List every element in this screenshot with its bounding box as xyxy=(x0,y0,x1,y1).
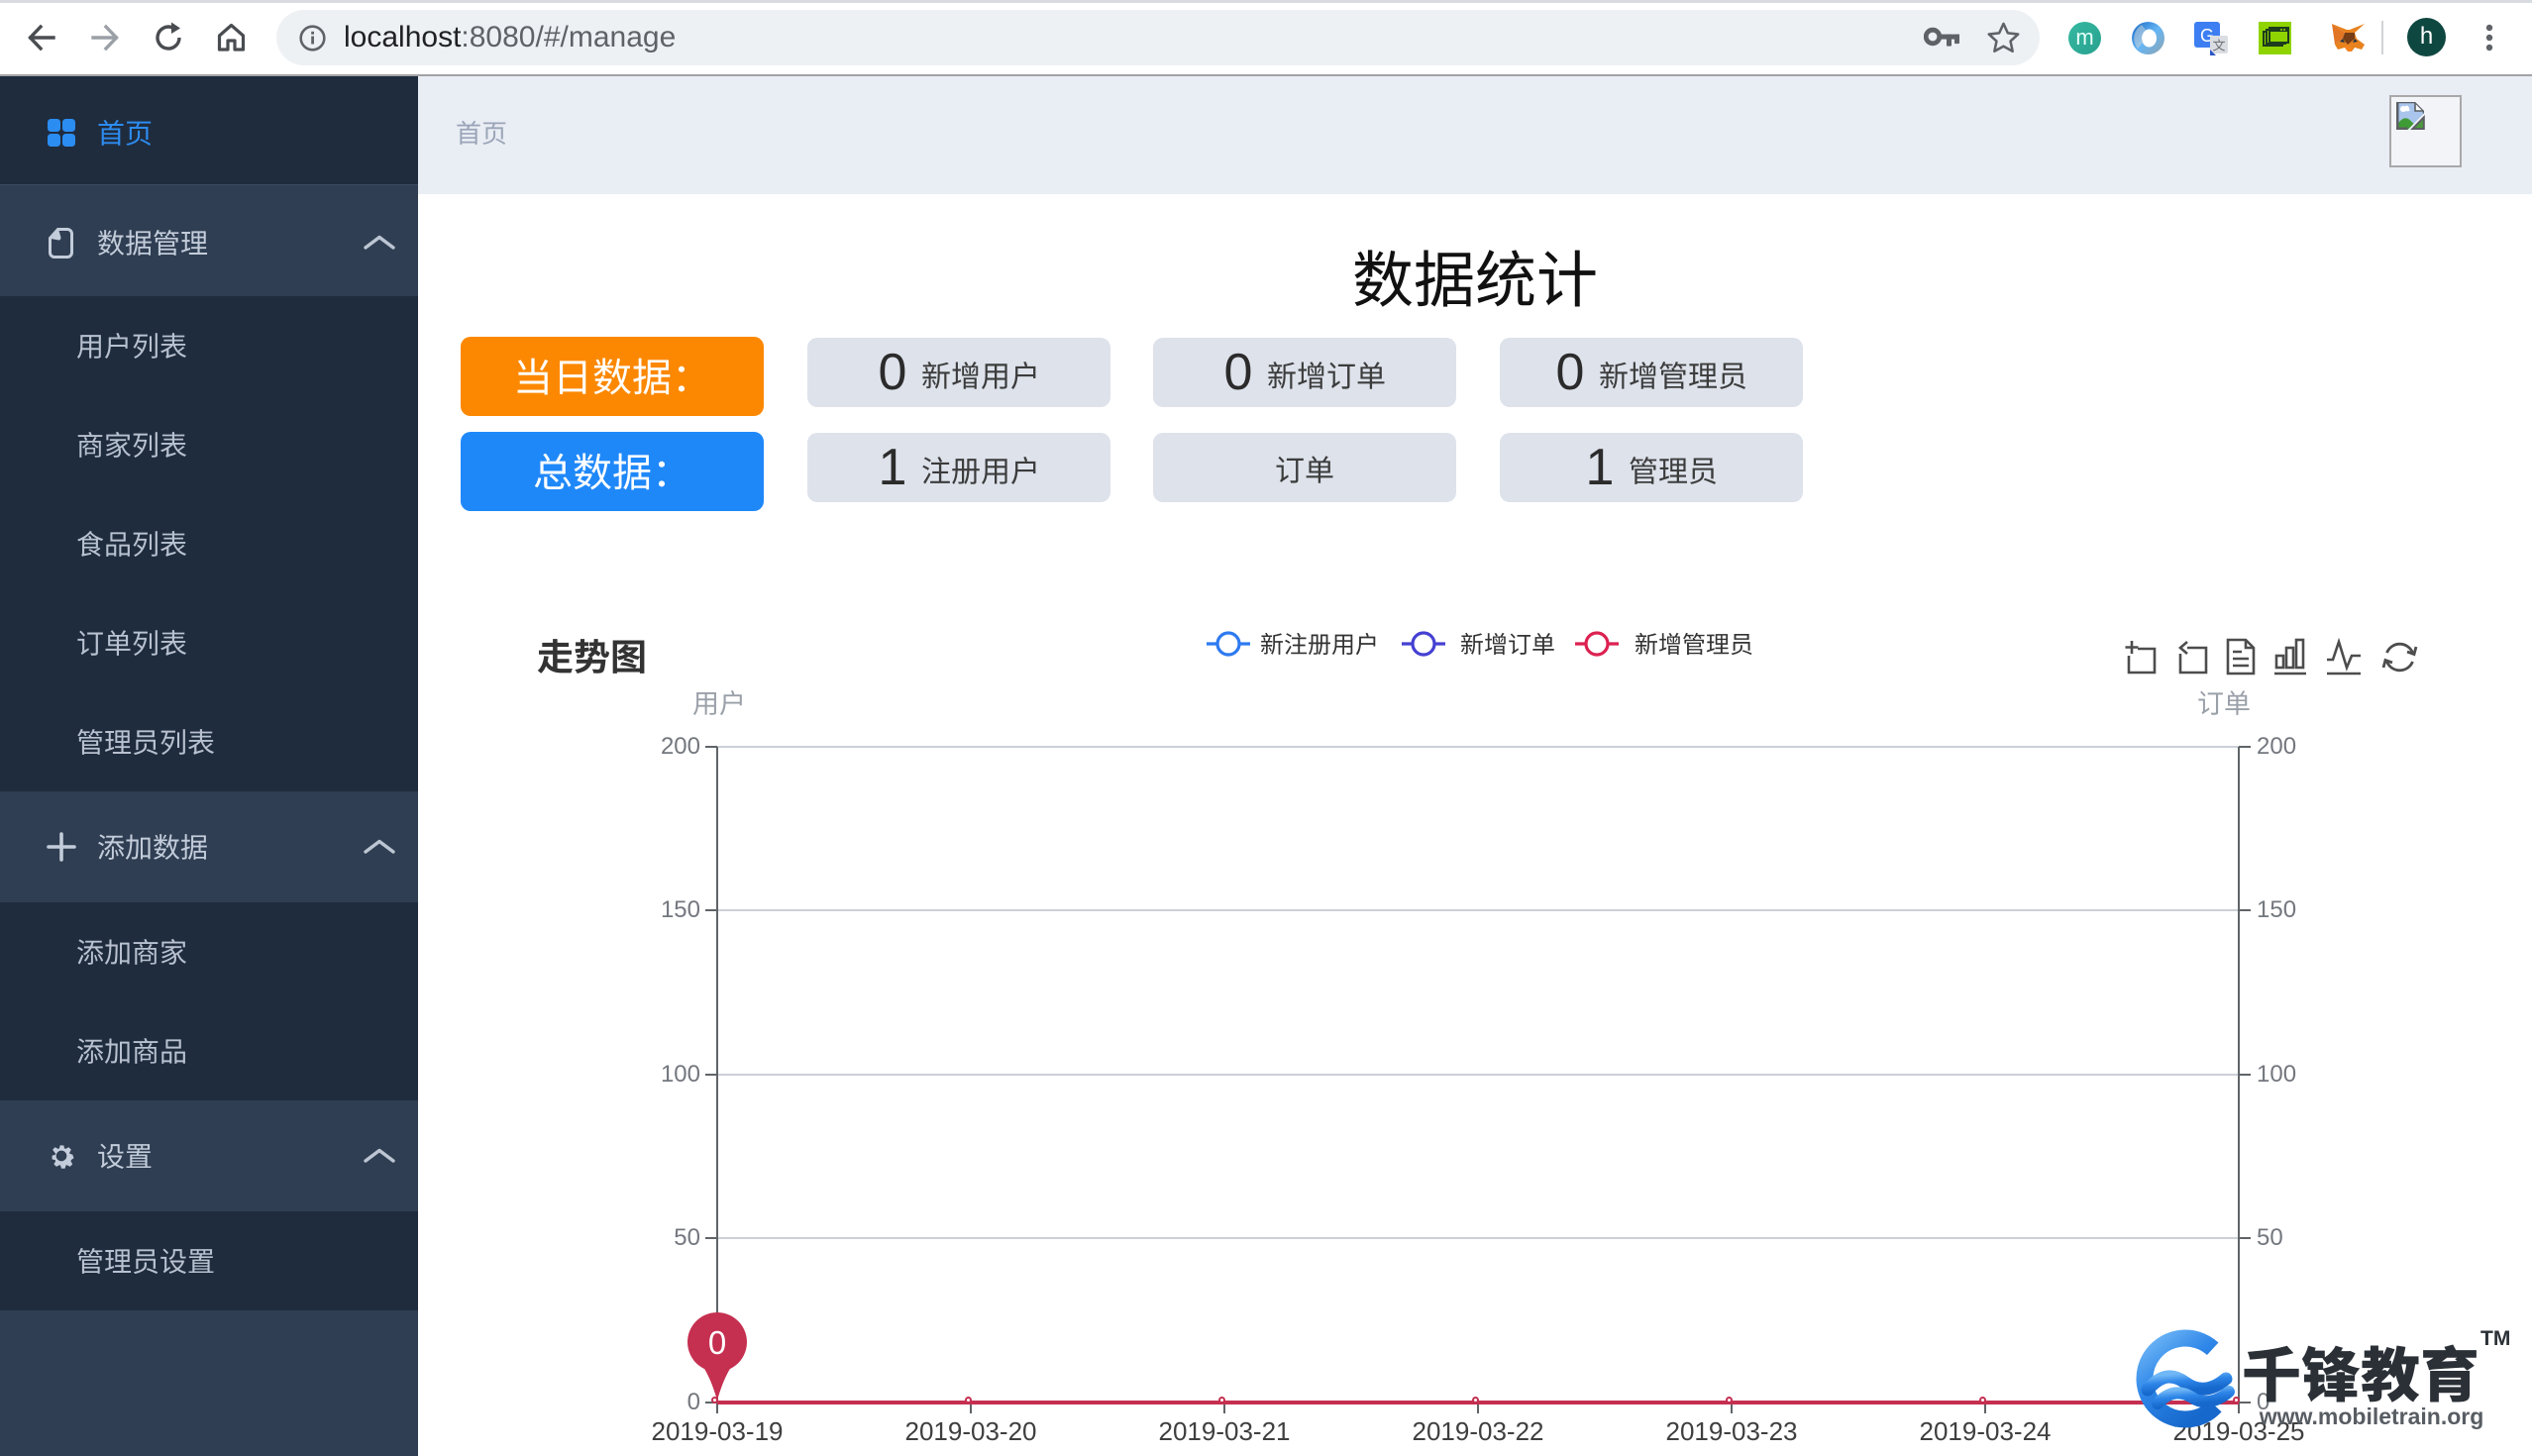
svg-text:0: 0 xyxy=(708,1324,726,1361)
